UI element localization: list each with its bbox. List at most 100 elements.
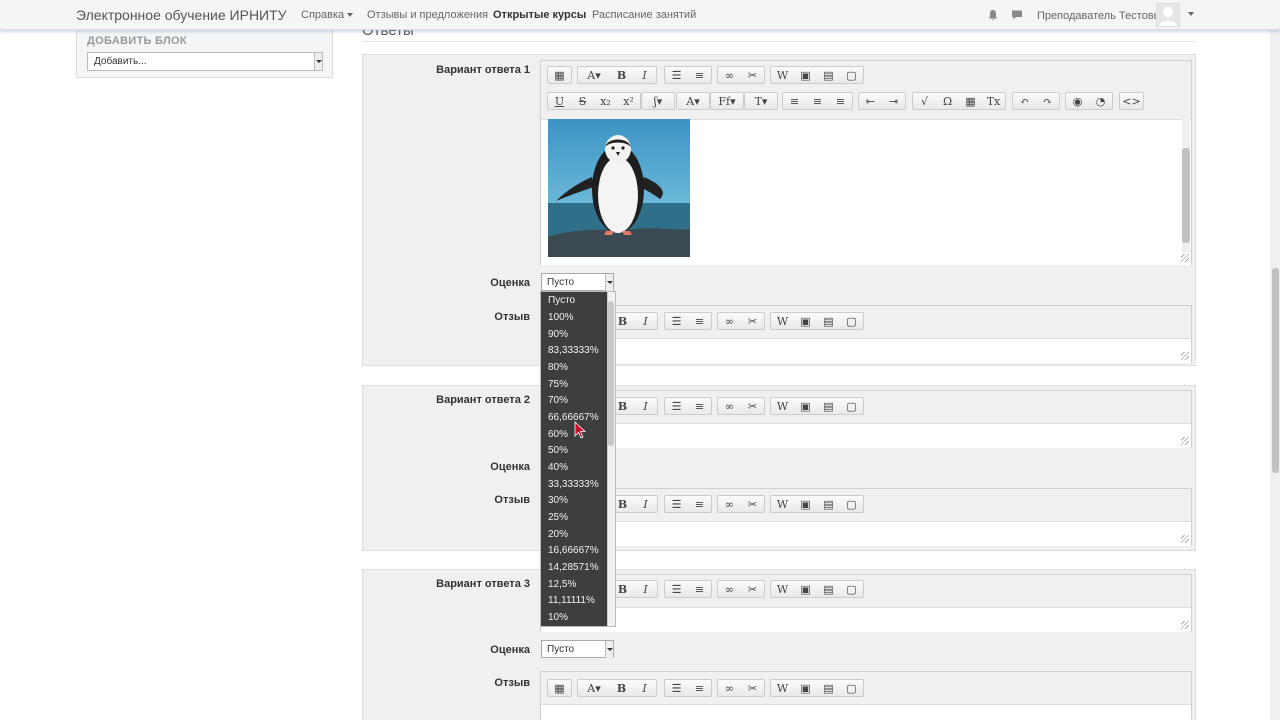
unlink-icon[interactable]: ✂ <box>741 67 764 83</box>
italic-icon[interactable]: I <box>634 313 657 329</box>
file-icon[interactable]: ▢ <box>840 496 863 512</box>
page-scrollbar-thumb[interactable] <box>1272 268 1279 473</box>
file-icon[interactable]: ▢ <box>840 581 863 597</box>
numbered-list-icon[interactable]: ≡ <box>688 67 711 83</box>
equation-icon[interactable]: √ <box>913 93 936 109</box>
toolbar-toggle-icon[interactable]: ▦ <box>548 680 571 696</box>
italic-icon[interactable]: I <box>634 581 657 597</box>
link-icon[interactable]: ∞ <box>718 398 741 414</box>
italic-icon[interactable]: I <box>634 496 657 512</box>
dropdown-option[interactable]: 83,33333% <box>548 345 599 356</box>
background-color-icon[interactable]: ʃ▾ <box>642 93 674 109</box>
align-left-icon[interactable]: ≡ <box>783 93 806 109</box>
html-icon[interactable]: <> <box>1120 93 1143 109</box>
media-icon[interactable]: ▤ <box>817 398 840 414</box>
media-icon[interactable]: ▤ <box>817 313 840 329</box>
accessibility-icon[interactable]: ◉ <box>1066 93 1089 109</box>
unlink-icon[interactable]: ✂ <box>741 398 764 414</box>
file-icon[interactable]: ▢ <box>840 67 863 83</box>
dropdown-option[interactable]: 40% <box>548 462 568 473</box>
image-icon[interactable]: ▣ <box>794 581 817 597</box>
strikethrough-icon[interactable]: S <box>571 93 594 109</box>
bullet-list-icon[interactable]: ☰ <box>665 496 688 512</box>
link-icon[interactable]: ∞ <box>718 496 741 512</box>
dropdown-option[interactable]: 70% <box>548 395 568 406</box>
unlink-icon[interactable]: ✂ <box>741 313 764 329</box>
numbered-list-icon[interactable]: ≡ <box>688 313 711 329</box>
dropdown-option[interactable]: Пусто <box>548 295 575 306</box>
resize-grip-icon[interactable] <box>1181 621 1189 629</box>
outdent-icon[interactable]: ⇤ <box>859 93 882 109</box>
font-family-icon[interactable]: Ff▾ <box>711 93 743 109</box>
clear-format-icon[interactable]: Tx <box>982 93 1005 109</box>
resize-grip-icon[interactable] <box>1181 535 1189 543</box>
toolbar-toggle-icon[interactable]: ▦ <box>548 67 571 83</box>
feedback-editor-body[interactable] <box>541 521 1191 546</box>
unlink-icon[interactable]: ✂ <box>741 680 764 696</box>
indent-icon[interactable]: ⇥ <box>882 93 905 109</box>
dropdown-option[interactable]: 30% <box>548 495 568 506</box>
bold-icon[interactable]: B <box>610 680 633 696</box>
media-icon[interactable]: ▤ <box>817 67 840 83</box>
answer-3-grade-select[interactable]: Пусто <box>541 640 614 658</box>
file-icon[interactable]: ▢ <box>840 398 863 414</box>
font-size-icon[interactable]: T▾ <box>745 93 777 109</box>
align-center-icon[interactable]: ≡ <box>806 93 829 109</box>
font-style-icon[interactable]: A▾ <box>578 680 610 696</box>
link-icon[interactable]: ∞ <box>718 680 741 696</box>
add-block-select[interactable]: Добавить... <box>87 52 323 71</box>
subscript-icon[interactable]: x₂ <box>594 93 617 109</box>
bullet-list-icon[interactable]: ☰ <box>665 581 688 597</box>
bold-icon[interactable]: B <box>610 67 633 83</box>
redo-icon[interactable]: ↷ <box>1036 93 1059 109</box>
media-icon[interactable]: ▤ <box>817 496 840 512</box>
numbered-list-icon[interactable]: ≡ <box>688 496 711 512</box>
numbered-list-icon[interactable]: ≡ <box>688 398 711 414</box>
dropdown-option[interactable]: 16,66667% <box>548 545 599 556</box>
nav-open-courses[interactable]: Открытые курсы <box>493 9 586 21</box>
dropdown-option[interactable]: 50% <box>548 445 568 456</box>
word-paste-icon[interactable]: W <box>771 581 794 597</box>
dropdown-option[interactable]: 100% <box>548 312 574 323</box>
dropdown-option[interactable]: 25% <box>548 512 568 523</box>
text-color-icon[interactable]: A▾ <box>677 93 709 109</box>
editor-scrollbar-thumb[interactable] <box>1182 148 1190 243</box>
word-paste-icon[interactable]: W <box>771 398 794 414</box>
dropdown-option[interactable]: 80% <box>548 362 568 373</box>
media-icon[interactable]: ▤ <box>817 581 840 597</box>
feedback-editor-body[interactable] <box>541 338 1191 363</box>
superscript-icon[interactable]: x² <box>617 93 640 109</box>
bullet-list-icon[interactable]: ☰ <box>665 680 688 696</box>
file-icon[interactable]: ▢ <box>840 313 863 329</box>
numbered-list-icon[interactable]: ≡ <box>688 581 711 597</box>
dropdown-option[interactable]: 14,28571% <box>548 562 599 573</box>
italic-icon[interactable]: I <box>633 67 656 83</box>
image-icon[interactable]: ▣ <box>794 313 817 329</box>
dropdown-option[interactable]: 33,33333% <box>548 479 599 490</box>
image-icon[interactable]: ▣ <box>794 680 817 696</box>
underline-icon[interactable]: U <box>548 93 571 109</box>
file-icon[interactable]: ▢ <box>840 680 863 696</box>
dropdown-option[interactable]: 20% <box>548 529 568 540</box>
answer-2-editor-body[interactable] <box>541 423 1191 448</box>
link-icon[interactable]: ∞ <box>718 313 741 329</box>
align-right-icon[interactable]: ≡ <box>829 93 852 109</box>
italic-icon[interactable]: I <box>633 680 656 696</box>
screenreader-icon[interactable]: ◔ <box>1089 93 1112 109</box>
resize-grip-icon[interactable] <box>1181 254 1189 262</box>
word-paste-icon[interactable]: W <box>771 496 794 512</box>
answer-1-grade-select[interactable]: Пусто <box>541 273 614 291</box>
resize-grip-icon[interactable] <box>1181 352 1189 360</box>
bullet-list-icon[interactable]: ☰ <box>665 67 688 83</box>
dropdown-option[interactable]: 90% <box>548 329 568 340</box>
nav-feedback[interactable]: Отзывы и предложения <box>367 9 488 21</box>
image-icon[interactable]: ▣ <box>794 496 817 512</box>
resize-grip-icon[interactable] <box>1181 437 1189 445</box>
dropdown-option[interactable]: 10% <box>548 612 568 623</box>
dropdown-option[interactable]: 11,11111% <box>548 595 595 606</box>
user-name[interactable]: Преподаватель Тестовый <box>1037 10 1168 22</box>
bell-icon[interactable] <box>987 9 999 21</box>
bullet-list-icon[interactable]: ☰ <box>665 313 688 329</box>
image-icon[interactable]: ▣ <box>794 67 817 83</box>
word-paste-icon[interactable]: W <box>771 67 794 83</box>
